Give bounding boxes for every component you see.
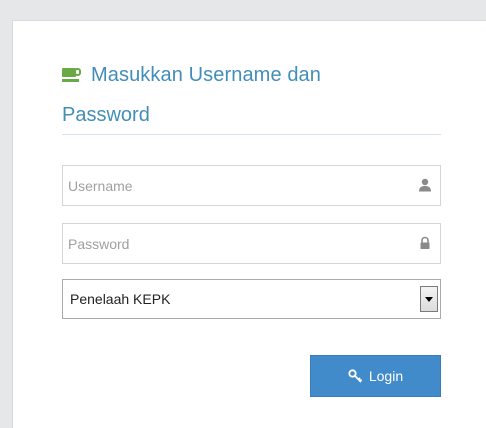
login-button-label: Login [368, 368, 404, 384]
lock-icon [420, 236, 430, 249]
key-icon [348, 368, 362, 383]
title-text-line-1: Masukkan Username dan [91, 64, 321, 86]
title-line-1: Masukkan Username dan [62, 62, 321, 88]
title-text-line-2: Password [62, 104, 150, 126]
dropdown-toggle[interactable] [420, 286, 438, 312]
window-top-border [0, 0, 486, 20]
coffee-icon [62, 68, 81, 82]
window-left-border [0, 0, 12, 428]
username-field[interactable] [62, 165, 441, 206]
password-field[interactable] [62, 223, 441, 264]
role-select-value: Penelaah KEPK [70, 291, 171, 307]
chevron-down-icon [425, 297, 433, 302]
login-button[interactable]: Login [310, 355, 441, 397]
role-select[interactable]: Penelaah KEPK [62, 279, 441, 319]
username-input[interactable] [63, 166, 403, 205]
title-divider [62, 134, 441, 135]
password-input[interactable] [63, 224, 403, 263]
user-icon [419, 178, 431, 192]
